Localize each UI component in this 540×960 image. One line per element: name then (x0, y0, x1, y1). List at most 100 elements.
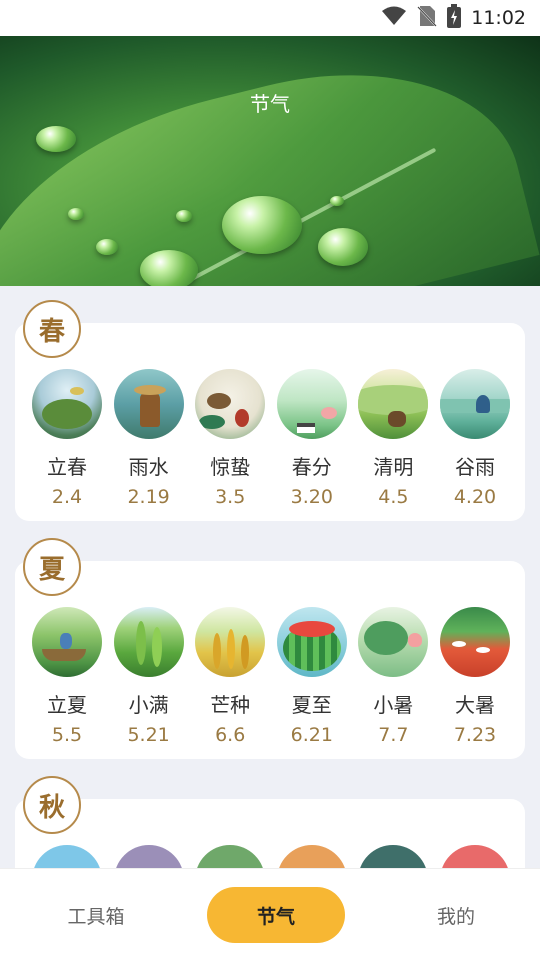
grain-shape (151, 627, 162, 667)
term-illustration (195, 845, 266, 868)
status-bar: 11:02 (0, 0, 540, 36)
season-card-spring: 立春 2.4 雨水 2.19 惊蛰 3.5 春分 3.20 清明 4.5 谷雨 … (15, 323, 525, 521)
term-name: 大暑 (454, 693, 495, 717)
watermelon-flesh-shape (288, 621, 335, 637)
water-drop (318, 228, 368, 266)
term-illustration (32, 607, 102, 677)
tab-toolbox[interactable]: 工具箱 (16, 887, 176, 943)
term-item[interactable]: 芒种 6.6 (194, 607, 266, 746)
term-illustration (358, 607, 429, 677)
page-title: 节气 (250, 92, 290, 116)
term-illustration (276, 607, 347, 677)
term-name: 立春 (47, 455, 87, 479)
term-illustration (32, 845, 102, 868)
term-item[interactable]: 夏至 6.21 (276, 607, 348, 746)
term-name: 小暑 (373, 693, 414, 717)
boat-shape (42, 649, 86, 661)
term-date: 7.7 (378, 724, 409, 746)
term-item[interactable]: 小暑 7.7 (357, 607, 429, 746)
term-date: 6.21 (290, 724, 333, 746)
term-item[interactable]: 大暑 7.23 (439, 607, 511, 746)
term-name: 惊蛰 (210, 455, 251, 479)
no-sim-icon (417, 5, 437, 31)
term-item[interactable]: 春分 3.20 (276, 369, 348, 508)
wheat-shape (227, 629, 236, 669)
term-item[interactable] (31, 845, 103, 868)
term-date: 2.19 (127, 486, 170, 508)
insect-shape (207, 393, 232, 409)
tree-shape (42, 399, 92, 429)
house-shape (296, 423, 315, 433)
bird-shape (70, 387, 84, 395)
tab-mine[interactable]: 我的 (376, 887, 536, 943)
term-item[interactable]: 小满 5.21 (113, 607, 185, 746)
farmer-shape (475, 395, 490, 413)
term-illustration (195, 607, 266, 677)
term-illustration (358, 369, 429, 439)
term-illustration (276, 369, 347, 439)
fish-shape (475, 647, 490, 653)
term-illustration (32, 369, 102, 439)
water-drop (140, 250, 198, 286)
leaf-shape (199, 415, 226, 429)
term-date: 4.20 (453, 486, 497, 508)
term-name: 雨水 (128, 455, 169, 479)
term-item[interactable] (357, 845, 429, 868)
term-item[interactable] (439, 845, 511, 868)
term-name: 清明 (373, 455, 414, 479)
term-date: 2.4 (51, 486, 83, 508)
term-illustration (195, 369, 266, 439)
term-date: 5.5 (51, 724, 83, 746)
term-date: 4.5 (378, 486, 409, 508)
lotus-leaf-shape (364, 621, 409, 655)
term-name: 春分 (291, 455, 332, 479)
term-illustration (276, 845, 347, 868)
term-name: 芒种 (210, 693, 251, 717)
water-drop (176, 210, 192, 222)
season-badge-spring: 春 (23, 300, 81, 358)
season-badge-summer: 夏 (23, 538, 81, 596)
term-date: 3.5 (215, 486, 246, 508)
status-time: 11:02 (471, 7, 526, 29)
water-drop (222, 196, 302, 254)
water-drop (330, 196, 344, 206)
term-illustration (358, 845, 429, 868)
term-item[interactable]: 惊蛰 3.5 (194, 369, 266, 508)
term-item[interactable]: 立春 2.4 (31, 369, 103, 508)
season-badge-autumn: 秋 (23, 776, 81, 834)
tab-solar-terms[interactable]: 节气 (207, 887, 345, 943)
wifi-icon (381, 6, 407, 30)
term-name: 夏至 (291, 693, 332, 717)
term-item[interactable] (113, 845, 185, 868)
term-illustration (439, 369, 510, 439)
term-name: 立夏 (47, 693, 87, 717)
term-name: 谷雨 (454, 455, 495, 479)
term-item[interactable]: 谷雨 4.20 (439, 369, 511, 508)
term-date: 7.23 (453, 724, 497, 746)
bottom-tab-bar: 工具箱 节气 我的 (0, 868, 540, 960)
solar-terms-list[interactable]: 春 立春 2.4 雨水 2.19 惊蛰 3.5 春分 3.20 清明 4.5 谷… (0, 286, 540, 868)
term-illustration (439, 845, 510, 868)
grain-shape (135, 621, 146, 665)
term-item[interactable]: 雨水 2.19 (113, 369, 185, 508)
water-drop (68, 208, 84, 220)
season-card-summer: 立夏 5.5 小满 5.21 芒种 6.6 夏至 6.21 小暑 7.7 大暑 … (15, 561, 525, 759)
term-date: 6.6 (215, 724, 246, 746)
term-item[interactable] (276, 845, 348, 868)
term-name: 小满 (128, 693, 169, 717)
term-item[interactable]: 清明 4.5 (357, 369, 429, 508)
wheat-shape (213, 633, 222, 669)
lotus-flower-shape (408, 633, 423, 647)
field-shape (439, 399, 510, 413)
term-illustration (439, 607, 510, 677)
water-drop (36, 126, 76, 152)
term-item[interactable]: 立夏 5.5 (31, 607, 103, 746)
hat-shape (133, 385, 166, 395)
term-illustration (113, 607, 184, 677)
term-item[interactable] (194, 845, 266, 868)
hero-banner: 节气 (0, 36, 540, 286)
wheat-shape (241, 635, 250, 669)
child-shape (60, 633, 72, 649)
fish-shape (451, 641, 466, 647)
term-illustration (113, 369, 184, 439)
